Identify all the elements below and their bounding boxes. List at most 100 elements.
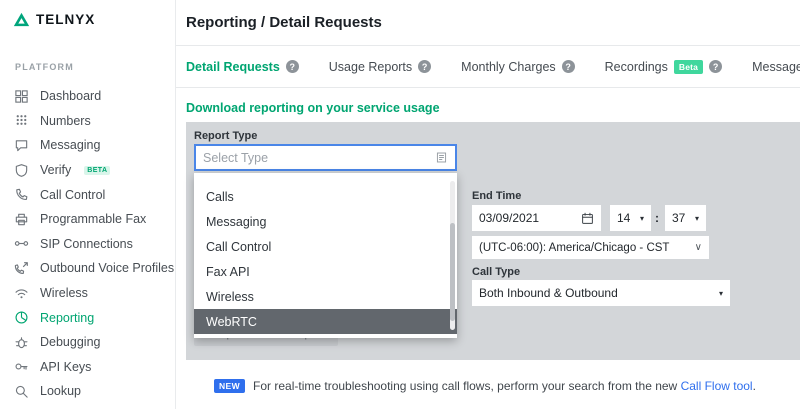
- notice-text-body: For real-time troubleshooting using call…: [253, 379, 678, 393]
- sidebar-item-label: Lookup: [40, 384, 82, 399]
- tab-label: Detail Requests: [186, 59, 280, 74]
- dropdown-option-messaging[interactable]: Messaging: [194, 209, 457, 234]
- end-time-label: End Time: [472, 190, 522, 202]
- sidebar-item-label: Reporting: [40, 310, 95, 325]
- dropdown-option-calls[interactable]: Calls: [194, 184, 457, 209]
- api-keys-key-icon: [14, 359, 29, 374]
- reporting-pie-chart-icon: [14, 310, 29, 325]
- dropdown-option-fax-api[interactable]: Fax API: [194, 259, 457, 284]
- hour-value: 14: [617, 211, 631, 225]
- tab-detail-requests[interactable]: Detail Requests ?: [186, 60, 299, 74]
- call-flow-tool-link[interactable]: Call Flow tool: [681, 379, 753, 393]
- dropdown-option-wireless[interactable]: Wireless: [194, 284, 457, 309]
- sidebar-item-reporting[interactable]: Reporting: [0, 305, 175, 330]
- sidebar-item-outbound-voice-profiles[interactable]: Outbound Voice Profiles: [0, 256, 175, 281]
- sidebar-item-messaging[interactable]: Messaging: [0, 133, 175, 158]
- help-icon[interactable]: ?: [285, 60, 299, 73]
- tab-bar: Detail Requests ? Usage Reports ? Monthl…: [176, 46, 800, 88]
- outbound-voice-icon: [14, 261, 29, 276]
- tab-recordings[interactable]: Recordings Beta ?: [604, 59, 723, 74]
- call-type-label: Call Type: [472, 266, 521, 278]
- report-type-dropdown: Calls Messaging Call Control Fax API Wir…: [194, 173, 457, 338]
- sidebar: TELNYX PLATFORM Dashboard Numbers Messag…: [0, 0, 176, 409]
- messaging-bubble-icon: [14, 138, 29, 153]
- telnyx-triangle-icon: [13, 12, 30, 27]
- call-type-value: Both Inbound & Outbound: [479, 286, 618, 300]
- sidebar-item-verify[interactable]: Verify BETA: [0, 158, 175, 183]
- sidebar-item-call-control[interactable]: Call Control: [0, 182, 175, 207]
- sidebar-item-label: Dashboard: [40, 89, 102, 104]
- sidebar-item-label: Call Control: [40, 187, 106, 202]
- chevron-down-icon: ▾: [694, 213, 699, 223]
- notice-text-suffix: .: [752, 379, 756, 393]
- hour-select[interactable]: 14 ▾: [610, 205, 651, 231]
- sidebar-item-label: Programmable Fax: [40, 212, 147, 227]
- timezone-value: (UTC-06:00): America/Chicago - CST: [479, 241, 670, 254]
- sidebar-item-debugging[interactable]: Debugging: [0, 330, 175, 355]
- sidebar-item-label: Wireless: [40, 286, 88, 301]
- sidebar-item-label: SIP Connections: [40, 236, 133, 251]
- recordings-beta-badge: Beta: [673, 59, 704, 74]
- calendar-icon: [581, 212, 594, 225]
- sidebar-item-wireless[interactable]: Wireless: [0, 281, 175, 306]
- tab-label: Monthly Charges: [461, 59, 556, 74]
- page-title: Reporting / Detail Requests: [186, 14, 382, 31]
- tab-monthly-charges[interactable]: Monthly Charges ?: [461, 60, 575, 74]
- clipboard-icon: [435, 151, 448, 164]
- report-form-panel: Report Type Select Type Calls Messaging …: [186, 122, 800, 360]
- sidebar-item-dashboard[interactable]: Dashboard: [0, 84, 175, 109]
- dashboard-icon: [14, 89, 29, 104]
- sidebar-item-numbers[interactable]: Numbers: [0, 109, 175, 134]
- debugging-bug-icon: [14, 335, 29, 350]
- notice-text: For real-time troubleshooting using call…: [253, 379, 756, 393]
- dropdown-option-webrtc[interactable]: WebRTC: [194, 309, 457, 334]
- sidebar-item-sip-connections[interactable]: SIP Connections: [0, 232, 175, 257]
- report-type-label: Report Type: [194, 130, 258, 142]
- chevron-down-icon: ▾: [718, 288, 723, 298]
- call-flow-notice: NEW For real-time troubleshooting using …: [214, 379, 756, 393]
- logo-text: TELNYX: [36, 12, 96, 27]
- time-separator: :: [655, 211, 659, 225]
- sidebar-item-label: Outbound Voice Profiles: [40, 261, 175, 276]
- sidebar-item-label: API Keys: [40, 359, 92, 374]
- fax-printer-icon: [14, 212, 29, 227]
- tab-label: Recordings: [604, 59, 668, 74]
- sidebar-item-label: Numbers: [40, 113, 91, 128]
- report-type-placeholder: Select Type: [203, 150, 269, 165]
- end-date-input[interactable]: 03/09/2021: [472, 205, 601, 231]
- wireless-signal-icon: [14, 286, 29, 301]
- numbers-keypad-icon: [14, 113, 29, 128]
- help-icon[interactable]: ?: [418, 60, 432, 73]
- sidebar-item-label: Verify: [40, 163, 72, 178]
- new-badge: NEW: [214, 379, 246, 393]
- platform-section-label: PLATFORM: [15, 62, 74, 72]
- dropdown-scrollbar-track: [450, 181, 455, 330]
- minute-value: 37: [672, 211, 686, 225]
- lookup-magnifier-icon: [14, 384, 29, 399]
- sip-connections-icon: [14, 236, 29, 251]
- tab-usage-reports[interactable]: Usage Reports ?: [328, 59, 432, 74]
- verify-shield-icon: [14, 163, 29, 178]
- chevron-down-icon: ▾: [639, 213, 644, 223]
- dropdown-scrollbar-thumb[interactable]: [450, 222, 455, 322]
- page-header: Reporting / Detail Requests: [176, 0, 800, 46]
- verify-beta-badge: BETA: [84, 165, 111, 175]
- minute-select[interactable]: 37 ▾: [665, 205, 706, 231]
- help-icon[interactable]: ?: [709, 60, 723, 73]
- dropdown-option-call-control[interactable]: Call Control: [194, 234, 457, 259]
- sidebar-item-programmable-fax[interactable]: Programmable Fax: [0, 207, 175, 232]
- sidebar-item-lookup[interactable]: Lookup: [0, 379, 175, 404]
- sidebar-item-label: Messaging: [40, 138, 101, 153]
- sidebar-item-api-keys[interactable]: API Keys: [0, 355, 175, 380]
- help-icon[interactable]: ?: [561, 60, 575, 73]
- tab-label: Usage Reports: [328, 59, 413, 74]
- timezone-select[interactable]: (UTC-06:00): America/Chicago - CST ∨: [472, 236, 709, 259]
- sidebar-item-label: Debugging: [40, 335, 101, 350]
- call-type-select[interactable]: Both Inbound & Outbound ▾: [472, 280, 730, 306]
- tab-message-engagement[interactable]: Message Engagement Beta: [752, 60, 800, 74]
- end-date-value: 03/09/2021: [479, 211, 540, 225]
- report-type-select[interactable]: Select Type: [194, 144, 457, 171]
- telnyx-logo[interactable]: TELNYX: [13, 12, 95, 27]
- chevron-down-icon: ∨: [694, 242, 702, 253]
- sidebar-nav: Dashboard Numbers Messaging Verify BETA: [0, 84, 175, 404]
